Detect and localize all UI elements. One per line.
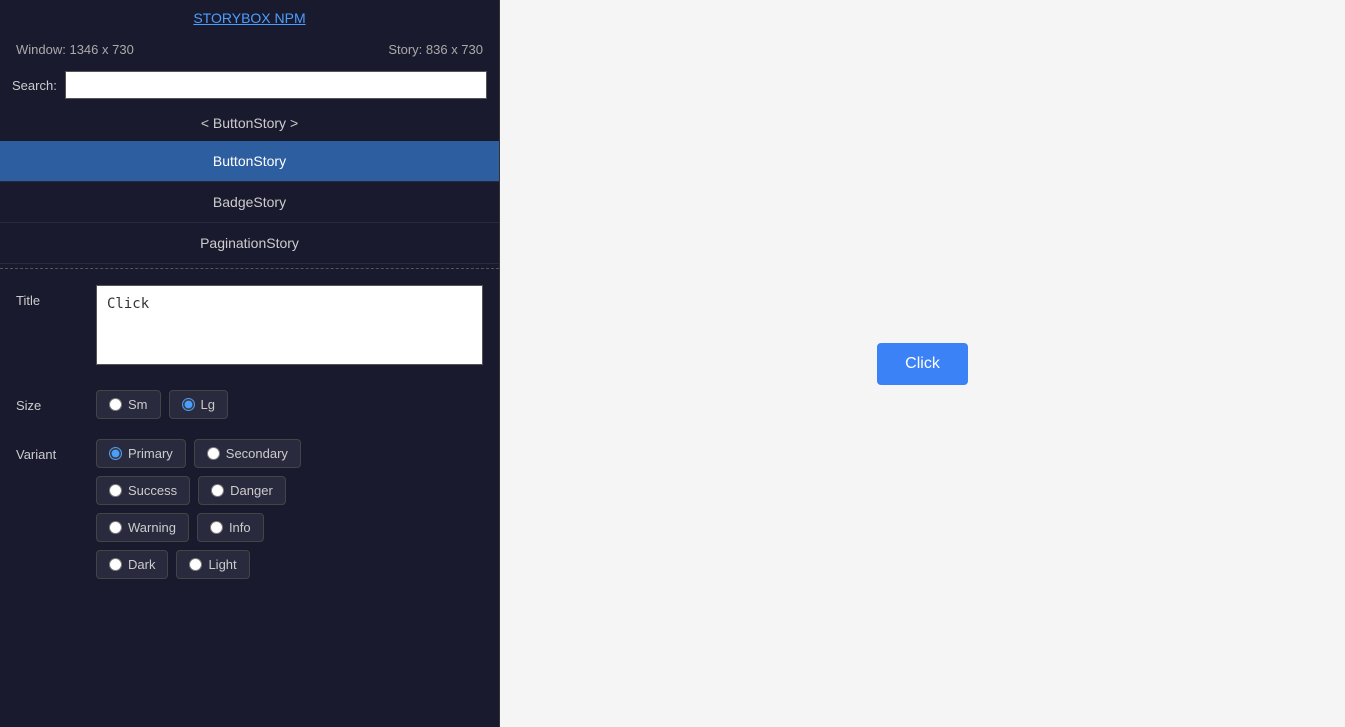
- variant-row-3: Warning Info: [96, 513, 483, 542]
- size-sm-option[interactable]: Sm: [96, 390, 161, 419]
- search-input[interactable]: [65, 71, 487, 99]
- brand-header: STORYBOX NPM: [0, 0, 499, 34]
- size-content: Sm Lg: [96, 390, 483, 419]
- title-textarea[interactable]: Click: [96, 285, 483, 365]
- title-control-row: Title Click: [16, 285, 483, 370]
- search-row: Search:: [0, 65, 499, 105]
- preview-button[interactable]: Click: [877, 343, 968, 385]
- variant-danger-radio[interactable]: [211, 484, 224, 497]
- size-label: Size: [16, 390, 96, 413]
- variant-rows: Primary Secondary Success: [96, 439, 483, 579]
- variant-danger-option[interactable]: Danger: [198, 476, 286, 505]
- size-radio-group: Sm Lg: [96, 390, 483, 419]
- variant-primary-label: Primary: [128, 446, 173, 461]
- current-story-title: < ButtonStory >: [0, 105, 499, 141]
- variant-row-1: Primary Secondary: [96, 439, 483, 468]
- variant-content: Primary Secondary Success: [96, 439, 483, 579]
- variant-light-radio[interactable]: [189, 558, 202, 571]
- sidebar-item-badgestory[interactable]: BadgeStory: [0, 182, 499, 223]
- window-size: Window: 1346 x 730: [16, 42, 134, 57]
- search-label: Search:: [12, 78, 57, 93]
- variant-info-radio[interactable]: [210, 521, 223, 534]
- variant-info-label: Info: [229, 520, 251, 535]
- variant-secondary-radio[interactable]: [207, 447, 220, 460]
- variant-control-row: Variant Primary Secondary: [16, 439, 483, 579]
- sidebar: STORYBOX NPM Window: 1346 x 730 Story: 8…: [0, 0, 500, 727]
- variant-row-4: Dark Light: [96, 550, 483, 579]
- variant-secondary-option[interactable]: Secondary: [194, 439, 301, 468]
- size-lg-label: Lg: [201, 397, 215, 412]
- variant-primary-option[interactable]: Primary: [96, 439, 186, 468]
- sidebar-item-buttonstory[interactable]: ButtonStory: [0, 141, 499, 182]
- controls-panel: Title Click Size Sm Lg: [0, 273, 499, 727]
- variant-light-option[interactable]: Light: [176, 550, 249, 579]
- variant-light-label: Light: [208, 557, 236, 572]
- variant-label: Variant: [16, 439, 96, 462]
- size-sm-radio[interactable]: [109, 398, 122, 411]
- size-lg-option[interactable]: Lg: [169, 390, 228, 419]
- size-control-row: Size Sm Lg: [16, 390, 483, 419]
- variant-dark-option[interactable]: Dark: [96, 550, 168, 579]
- variant-warning-label: Warning: [128, 520, 176, 535]
- variant-success-label: Success: [128, 483, 177, 498]
- variant-dark-radio[interactable]: [109, 558, 122, 571]
- title-content: Click: [96, 285, 483, 370]
- variant-success-radio[interactable]: [109, 484, 122, 497]
- variant-row-2: Success Danger: [96, 476, 483, 505]
- variant-dark-label: Dark: [128, 557, 155, 572]
- window-info-row: Window: 1346 x 730 Story: 836 x 730: [0, 34, 499, 65]
- brand-link[interactable]: STORYBOX NPM: [193, 10, 305, 26]
- section-divider: [0, 268, 499, 269]
- variant-warning-radio[interactable]: [109, 521, 122, 534]
- story-size: Story: 836 x 730: [388, 42, 483, 57]
- variant-primary-radio[interactable]: [109, 447, 122, 460]
- variant-secondary-label: Secondary: [226, 446, 288, 461]
- size-lg-radio[interactable]: [182, 398, 195, 411]
- size-sm-label: Sm: [128, 397, 148, 412]
- variant-warning-option[interactable]: Warning: [96, 513, 189, 542]
- sidebar-item-paginationstory[interactable]: PaginationStory: [0, 223, 499, 264]
- variant-info-option[interactable]: Info: [197, 513, 264, 542]
- preview-area: Click: [500, 0, 1345, 727]
- title-label: Title: [16, 285, 96, 308]
- variant-success-option[interactable]: Success: [96, 476, 190, 505]
- variant-danger-label: Danger: [230, 483, 273, 498]
